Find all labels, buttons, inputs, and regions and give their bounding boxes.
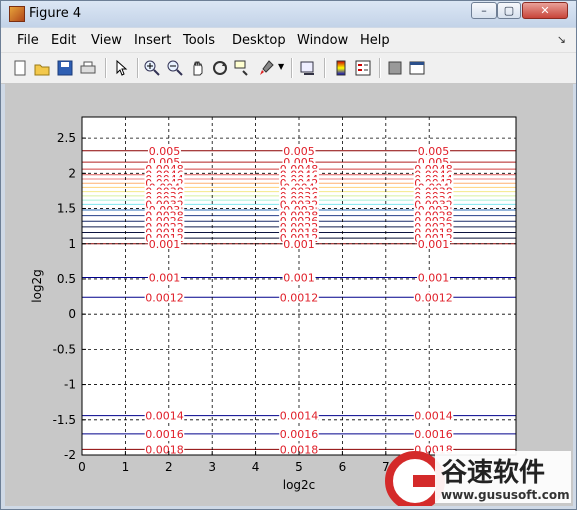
x-tick-label: 5 (295, 460, 303, 474)
save-icon[interactable] (56, 59, 74, 77)
minimize-button[interactable]: – (471, 2, 497, 19)
watermark-brand: 谷速软件 (441, 458, 545, 488)
contour-label: 0.0012 (414, 291, 453, 304)
data-cursor-icon[interactable] (233, 59, 251, 77)
contour-label: 0.0016 (145, 428, 184, 441)
y-tick-label: -1 (64, 378, 76, 392)
x-tick-label: 0 (78, 460, 86, 474)
y-tick-label: 1 (68, 237, 76, 251)
title-bar: Figure 4 – ▢ ✕ (1, 1, 576, 27)
contour-label: 0.001 (149, 238, 181, 251)
y-tick-label: 1.5 (57, 202, 76, 216)
x-tick-label: 4 (252, 460, 260, 474)
print-icon[interactable] (79, 59, 97, 77)
menu-edit[interactable]: Edit (51, 33, 76, 48)
toolbar-separator (379, 58, 381, 78)
maximize-button[interactable]: ▢ (497, 2, 521, 19)
menu-insert[interactable]: Insert (134, 33, 171, 48)
figure-canvas: 0.0050.0050.0050.0050.0050.0050.00480.00… (5, 83, 573, 510)
contour-label: 0.0014 (280, 410, 319, 423)
plot-tools-icon[interactable] (386, 59, 404, 77)
toolbar-separator (105, 58, 107, 78)
x-tick-label: 1 (122, 460, 130, 474)
new-figure-icon[interactable] (11, 59, 29, 77)
brush-dropdown-arrow-icon[interactable]: ▼ (278, 62, 284, 71)
y-tick-label: 2 (68, 166, 76, 180)
contour-label: 0.0018 (145, 443, 184, 456)
colorbar-icon[interactable] (332, 59, 350, 77)
menu-file[interactable]: File (17, 33, 39, 48)
x-axis-label: log2c (283, 478, 316, 492)
zoom-out-icon[interactable] (166, 59, 184, 77)
contour-label: 0.0016 (280, 428, 319, 441)
toolbar: ▼ (1, 52, 576, 84)
legend-icon[interactable] (354, 59, 372, 77)
menu-tools[interactable]: Tools (183, 33, 215, 48)
dock-icon[interactable] (408, 59, 426, 77)
contour-label: 0.001 (418, 238, 450, 251)
y-tick-label: 0.5 (57, 272, 76, 286)
contour-label: 0.001 (418, 272, 450, 285)
y-axis-label: log2g (30, 269, 44, 303)
contour-label: 0.0014 (414, 410, 453, 423)
x-tick-label: 3 (208, 460, 216, 474)
toolbar-separator (291, 58, 293, 78)
x-tick-label: 2 (165, 460, 173, 474)
menu-help[interactable]: Help (360, 33, 390, 48)
y-tick-label: -0.5 (53, 342, 76, 356)
watermark-url: www.gususoft.com (441, 488, 570, 502)
watermark-logo: 谷速软件www.gususoft.com (385, 451, 571, 510)
zoom-in-icon[interactable] (143, 59, 161, 77)
brush-icon[interactable] (257, 59, 275, 77)
menu-window[interactable]: Window (297, 33, 348, 48)
figure-window: Figure 4 – ▢ ✕ File Edit View Insert Too… (0, 0, 577, 510)
contour-label: 0.0014 (145, 410, 184, 423)
matlab-icon (9, 6, 25, 22)
contour-label: 0.0016 (414, 428, 453, 441)
x-tick-label: 6 (339, 460, 347, 474)
menu-desktop[interactable]: Desktop (232, 33, 286, 48)
contour-label: 0.001 (283, 272, 315, 285)
contour-label: 0.0012 (145, 291, 184, 304)
contour-plot[interactable]: 0.0050.0050.0050.0050.0050.0050.00480.00… (5, 83, 573, 510)
y-tick-label: 2.5 (57, 131, 76, 145)
rotate-icon[interactable] (211, 59, 229, 77)
pan-icon[interactable] (189, 59, 207, 77)
y-tick-label: 0 (68, 307, 76, 321)
link-icon[interactable] (299, 59, 317, 77)
y-tick-label: -1.5 (53, 413, 76, 427)
close-button[interactable]: ✕ (522, 2, 568, 19)
menu-view[interactable]: View (91, 33, 122, 48)
open-file-icon[interactable] (33, 59, 51, 77)
window-title: Figure 4 (29, 6, 82, 21)
contour-label: 0.001 (283, 238, 315, 251)
pointer-icon[interactable] (113, 59, 131, 77)
y-tick-label: -2 (64, 448, 76, 462)
menu-dock-arrow-icon[interactable]: ↘ (557, 33, 566, 46)
toolbar-separator (324, 58, 326, 78)
contour-label: 0.001 (149, 272, 181, 285)
toolbar-separator (137, 58, 139, 78)
contour-label: 0.0012 (280, 291, 319, 304)
menu-bar: File Edit View Insert Tools Desktop Wind… (1, 28, 576, 52)
